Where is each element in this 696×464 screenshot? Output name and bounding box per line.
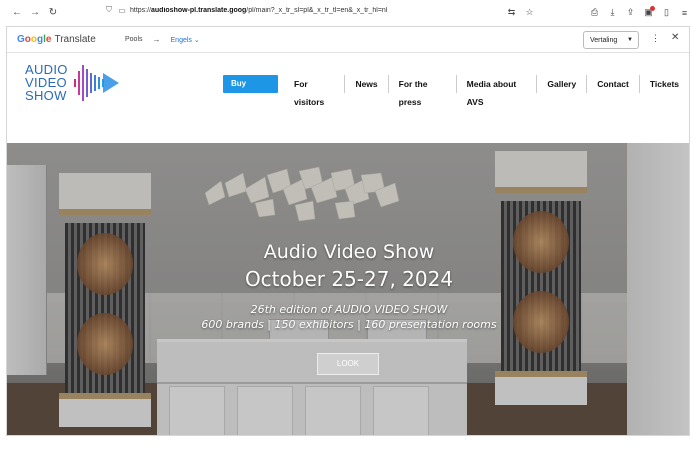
address-bar[interactable]: ⛉ ▭ https://audioshow-pl.translate.goog/… bbox=[104, 3, 552, 17]
source-language[interactable]: Pools bbox=[125, 36, 143, 43]
url-text[interactable]: https://audioshow-pl.translate.goog/pl/m… bbox=[130, 7, 387, 14]
hero-edition: 26th edition of AUDIO VIDEO SHOW bbox=[250, 303, 448, 316]
sidebar-icon[interactable]: ▯ bbox=[661, 7, 672, 18]
hero-stats: 600 brands | 150 exhibitors | 160 presen… bbox=[201, 318, 497, 331]
translate-label: Translate bbox=[54, 34, 96, 45]
target-language[interactable]: Engels ⌄ bbox=[171, 36, 200, 44]
hero-date: October 25-27, 2024 bbox=[244, 267, 454, 291]
shield-icon[interactable]: ⛉ bbox=[104, 5, 114, 15]
nav-for-the-press[interactable]: For the press bbox=[387, 75, 456, 107]
translate-icon[interactable]: ⇆ bbox=[506, 7, 517, 18]
nav-tickets[interactable]: Tickets bbox=[638, 75, 689, 93]
page-icon[interactable]: ▭ bbox=[117, 5, 127, 15]
reload-icon[interactable]: ↻ bbox=[46, 5, 60, 19]
more-options-icon[interactable]: ⋮ bbox=[651, 33, 660, 44]
site-header: AUDIO VIDEO SHOW Buy Tickets For visitor… bbox=[7, 53, 689, 121]
caret-down-icon: ▼ bbox=[627, 37, 633, 43]
select-value: Vertaling bbox=[590, 36, 618, 44]
star-icon[interactable]: ☆ bbox=[524, 7, 535, 18]
share-icon[interactable]: ⇪ bbox=[625, 7, 636, 18]
hero-title: Audio Video Show bbox=[263, 241, 435, 263]
translate-bar: Google Translate Pools → Engels ⌄ Vertal… bbox=[7, 27, 689, 53]
extension-icon[interactable]: ▣ bbox=[643, 6, 655, 18]
nav-contact[interactable]: Contact bbox=[586, 75, 639, 93]
google-wordmark: Google bbox=[17, 34, 52, 45]
browser-toolbar: ← → ↻ ⛉ ▭ https://audioshow-pl.translate… bbox=[0, 0, 696, 26]
main-nav: Buy Tickets For visitors News For the pr… bbox=[223, 75, 689, 107]
nav-gallery[interactable]: Gallery bbox=[536, 75, 586, 93]
logo-text: AUDIO VIDEO SHOW bbox=[25, 62, 68, 103]
back-icon[interactable]: ← bbox=[10, 5, 24, 19]
arrow-right-icon: → bbox=[152, 35, 161, 44]
close-icon[interactable]: ✕ bbox=[671, 32, 679, 43]
nav-news[interactable]: News bbox=[344, 75, 387, 93]
look-button[interactable]: LOOK bbox=[317, 353, 379, 375]
google-translate-logo: Google Translate bbox=[17, 34, 96, 45]
print-icon[interactable]: ⎙ bbox=[589, 7, 600, 18]
buy-tickets-button[interactable]: Buy Tickets bbox=[223, 75, 279, 106]
translation-mode-select[interactable]: Vertaling ▼ bbox=[583, 31, 639, 49]
chevron-down-icon: ⌄ bbox=[193, 36, 200, 44]
hero-banner: Audio Video Show October 25-27, 2024 26t… bbox=[7, 143, 689, 435]
nav-for-visitors[interactable]: For visitors bbox=[284, 75, 344, 107]
forward-icon[interactable]: → bbox=[28, 5, 42, 19]
site-logo[interactable]: AUDIO VIDEO SHOW bbox=[25, 61, 125, 111]
page-viewport: Google Translate Pools → Engels ⌄ Vertal… bbox=[6, 26, 690, 436]
language-pair: Pools → Engels ⌄ bbox=[125, 35, 200, 44]
nav-media-about-avs[interactable]: Media about AVS bbox=[455, 75, 537, 107]
menu-icon[interactable]: ≡ bbox=[679, 8, 690, 18]
download-icon[interactable]: ⤓ bbox=[607, 7, 618, 18]
logo-wave-icon bbox=[74, 65, 119, 101]
